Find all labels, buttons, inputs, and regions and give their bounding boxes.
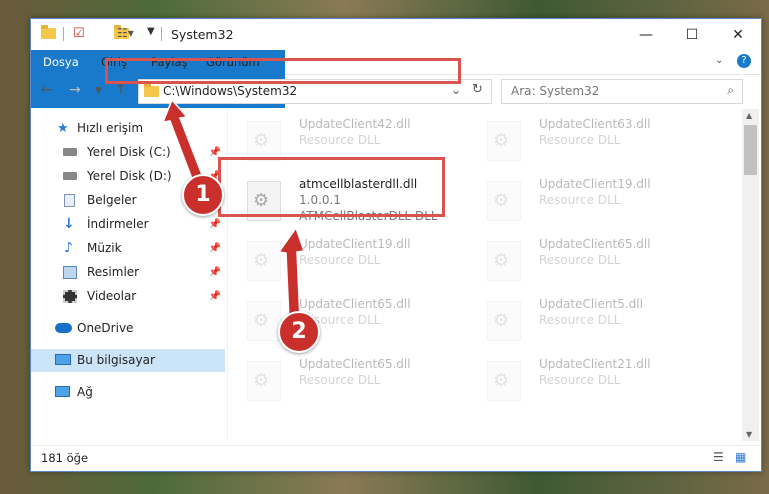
- arrow-2-icon: [277, 226, 306, 321]
- annotation-arrows: [161, 98, 306, 321]
- step-2-badge: 2: [278, 311, 320, 353]
- arrow-1-icon: [161, 98, 205, 185]
- step-1-badge: 1: [182, 174, 224, 216]
